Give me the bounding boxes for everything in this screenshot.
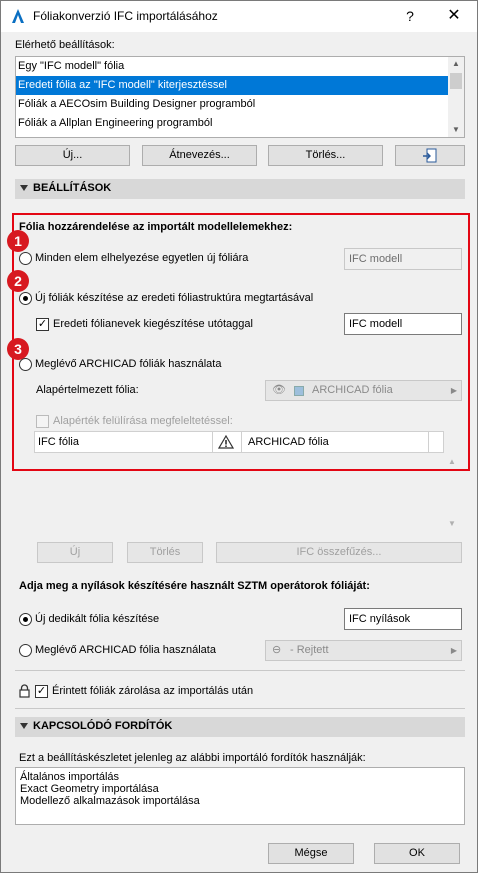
translators-section-header[interactable]: KAPCSOLÓDÓ FORDÍTÓK [15,717,465,737]
override-checkbox-label: Alapérték felülírása megfeleltetéssel: [53,415,233,427]
ok-button[interactable]: OK [374,843,460,864]
available-settings-label: Elérhető beállítások: [15,39,115,51]
dropdown-arrow-icon: ▶ [450,386,457,395]
list-scrollbar[interactable]: ▲ ▼ [448,57,464,137]
divider [15,708,465,709]
opening-layer-dropdown-value: - Rejtett [290,644,329,656]
keep-structure-label: Új fóliák készítése az eredeti fóliastru… [35,292,314,304]
list-item[interactable]: Fóliák a Allplan Engineering programból [16,114,448,133]
divider [15,670,465,671]
default-layer-label: Alapértelmezett fólia: [36,384,139,396]
openings-heading: Adja meg a nyílások készítésére használt… [19,580,370,592]
settings-section-header[interactable]: BEÁLLÍTÁSOK [15,179,465,199]
translators-info: Ezt a beállításkészletet jelenleg az alá… [19,752,366,764]
mapping-delete-button[interactable]: Törlés [127,542,203,563]
lock-layers-label: Érintett fóliák zárolása az importálás u… [52,685,254,697]
import-setting-button[interactable] [395,145,465,166]
column-divider [212,432,213,452]
translators-list: Általános importálás Exact Geometry impo… [15,767,465,825]
table-scroll-up-icon[interactable]: ▲ [448,457,456,466]
override-checkbox[interactable] [36,415,49,428]
single-layer-label: Minden elem elhelyezése egyetlen új fóli… [35,252,249,264]
mapping-table[interactable]: IFC fólia ARCHICAD fólia [34,431,444,453]
suffix-checkbox-label: Eredeti fólianevek kiegészítése utótagga… [53,318,253,330]
default-layer-value: ARCHICAD fólia [312,384,393,396]
table-cell-ifc[interactable]: IFC fólia [38,432,79,452]
table-cell-archicad[interactable]: ARCHICAD fólia [248,432,329,452]
close-button[interactable]: ✕ [439,5,469,27]
lock-layers-checkbox[interactable]: ✓ [35,685,48,698]
list-item[interactable]: Egy "IFC modell" fólia [16,57,448,76]
keep-structure-radio[interactable] [19,292,32,305]
opening-layer-dropdown[interactable]: ⊖ - Rejtett ▶ [265,640,462,661]
suffix-checkbox[interactable]: ✓ [36,318,49,331]
default-layer-dropdown[interactable]: 👁 ARCHICAD fólia ▶ [265,380,462,401]
existing-opening-layer-radio[interactable] [19,644,32,657]
existing-opening-layer-label: Meglévő ARCHICAD fólia használata [35,644,216,656]
assignment-heading: Fólia hozzárendelése az importált modell… [19,221,293,233]
scroll-thumb[interactable] [450,73,462,89]
opening-layer-name-field[interactable]: IFC nyílások [344,608,462,630]
list-item: Exact Geometry importálása [20,783,159,795]
column-divider [428,432,429,452]
step-badge-1: 1 [7,230,29,252]
list-item: Általános importálás [20,771,120,783]
translators-section-title: KAPCSOLÓDÓ FORDÍTÓK [33,720,173,732]
layer-icon [294,386,304,396]
help-button[interactable]: ? [397,5,423,27]
window-title: Fóliakonverzió IFC importálásához [33,9,218,23]
scroll-down-icon[interactable]: ▼ [448,125,464,134]
new-opening-layer-label: Új dedikált fólia készítése [35,613,160,625]
eye-icon: 👁 [272,384,286,396]
table-scroll-down-icon[interactable]: ▼ [448,519,456,528]
delete-setting-button[interactable]: Törlés... [268,145,383,166]
dropdown-arrow-icon: ▶ [450,646,457,655]
step-badge-3: 3 [7,338,29,360]
rename-setting-button[interactable]: Átnevezés... [142,145,257,166]
hidden-eye-icon: ⊖ [272,644,282,656]
cancel-button[interactable]: Mégse [268,843,354,864]
existing-layers-radio[interactable] [19,358,32,371]
existing-layers-label: Meglévő ARCHICAD fóliák használata [35,358,222,370]
ifc-merge-button[interactable]: IFC összefűzés... [216,542,462,563]
collapse-triangle-icon [20,723,28,729]
scroll-up-icon[interactable]: ▲ [448,59,464,68]
step-badge-2: 2 [7,270,29,292]
single-layer-name-field[interactable]: IFC modell [344,248,462,270]
single-layer-radio[interactable] [19,252,32,265]
import-file-icon [423,148,437,163]
list-item[interactable]: Fóliák a AECOsim Building Designer progr… [16,95,448,114]
new-opening-layer-radio[interactable] [19,613,32,626]
lock-icon [19,684,30,698]
available-settings-list[interactable]: Egy "IFC modell" fólia Eredeti fólia az … [15,56,465,138]
settings-section-title: BEÁLLÍTÁSOK [33,182,112,194]
title-bar: Fóliakonverzió IFC importálásához ? ✕ [1,1,477,32]
warning-icon [218,435,234,449]
suffix-field[interactable]: IFC modell [344,313,462,335]
archicad-logo-icon [12,9,24,23]
list-item: Modellező alkalmazások importálása [20,795,200,807]
list-item-selected[interactable]: Eredeti fólia az "IFC modell" kiterjeszt… [16,76,448,95]
column-divider [241,432,242,452]
dialog-window: Fóliakonverzió IFC importálásához ? ✕ El… [0,0,478,873]
mapping-new-button[interactable]: Új [37,542,113,563]
collapse-triangle-icon [20,185,28,191]
new-setting-button[interactable]: Új... [15,145,130,166]
